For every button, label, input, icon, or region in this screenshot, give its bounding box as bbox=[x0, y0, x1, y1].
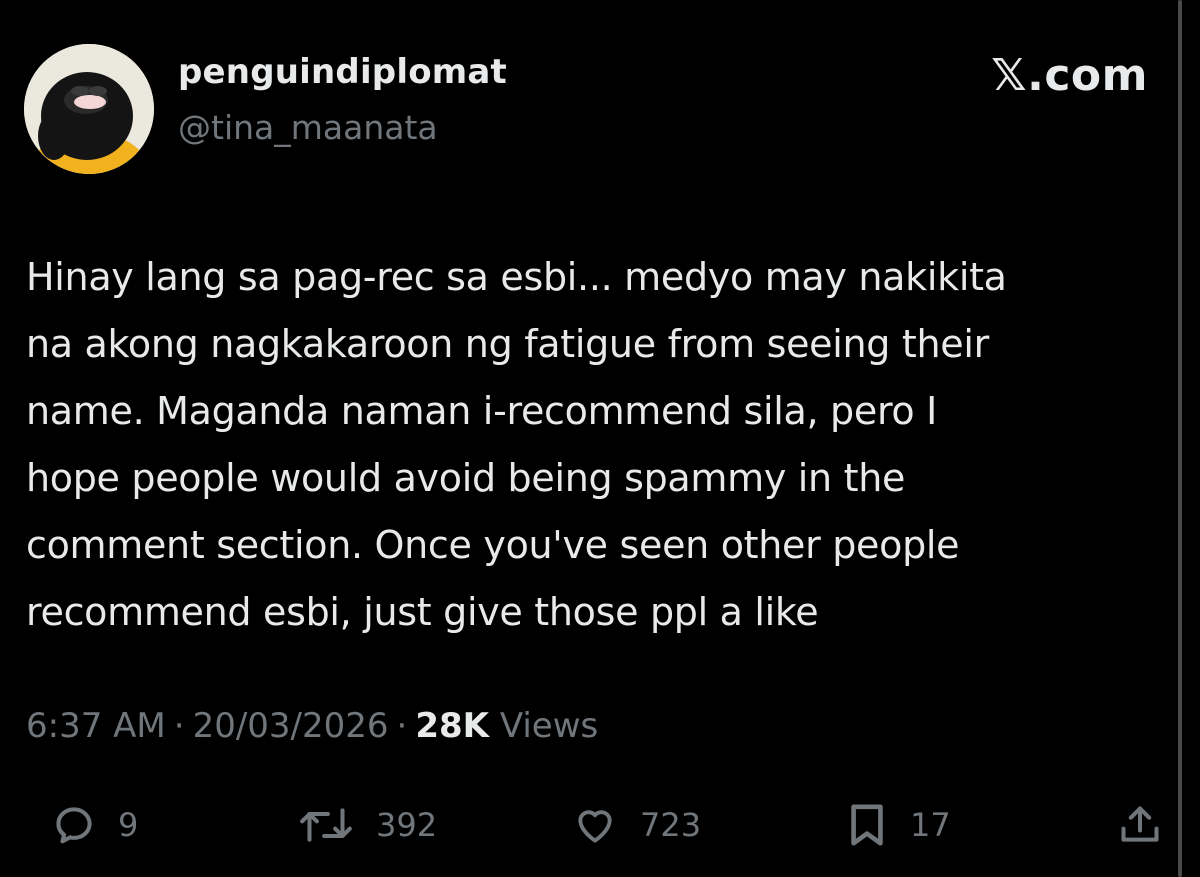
views-label: Views bbox=[499, 706, 599, 746]
tweet-text: Hinay lang sa pag-rec sa esbi... medyo m… bbox=[26, 244, 1176, 646]
like-count: 723 bbox=[640, 806, 702, 844]
author-handle[interactable]: @tina_maanata bbox=[178, 108, 438, 147]
author-display-name[interactable]: penguindiplomat bbox=[178, 52, 507, 92]
heart-icon bbox=[578, 810, 612, 843]
tweet-time[interactable]: 6:37 AM bbox=[26, 706, 166, 746]
repost-count: 392 bbox=[376, 806, 438, 844]
repost-icon bbox=[300, 808, 352, 842]
tweet-text-line: na akong nagkakaroon ng fatigue from see… bbox=[26, 322, 989, 366]
bookmark-icon bbox=[851, 804, 883, 846]
reply-icon bbox=[56, 807, 92, 844]
meta-separator: · bbox=[396, 706, 408, 746]
tweet-date[interactable]: 20/03/2026 bbox=[193, 706, 389, 746]
like-button[interactable]: 723 bbox=[572, 790, 701, 860]
bookmark-button[interactable]: 17 bbox=[846, 790, 951, 860]
share-button[interactable] bbox=[1118, 790, 1162, 860]
tweet-card: penguindiplomat @tina_maanata 𝕏.com Hina… bbox=[0, 0, 1200, 877]
tweet-text-line: comment section. Once you've seen other … bbox=[26, 523, 960, 567]
penguin-avatar-image bbox=[24, 44, 154, 174]
share-icon bbox=[1121, 806, 1159, 842]
tweet-meta: 6:37 AM · 20/03/2026 · 28K Views bbox=[26, 706, 598, 746]
repost-button[interactable]: 392 bbox=[298, 790, 437, 860]
avatar[interactable] bbox=[24, 44, 154, 174]
bookmark-count: 17 bbox=[910, 806, 951, 844]
tweet-text-line: hope people would avoid being spammy in … bbox=[26, 456, 906, 500]
views-count: 28K bbox=[415, 706, 490, 746]
action-bar: 9 392 723 17 bbox=[0, 790, 1200, 860]
x-logo-label: 𝕏.com bbox=[991, 50, 1148, 101]
reply-count: 9 bbox=[118, 806, 139, 844]
tweet-text-line: name. Maganda naman i-recommend sila, pe… bbox=[26, 389, 938, 433]
scrollbar[interactable] bbox=[1178, 0, 1182, 877]
reply-button[interactable]: 9 bbox=[52, 790, 138, 860]
meta-separator: · bbox=[173, 706, 185, 746]
tweet-text-line: Hinay lang sa pag-rec sa esbi... medyo m… bbox=[26, 255, 1007, 299]
tweet-text-line: recommend esbi, just give those ppl a li… bbox=[26, 590, 819, 634]
